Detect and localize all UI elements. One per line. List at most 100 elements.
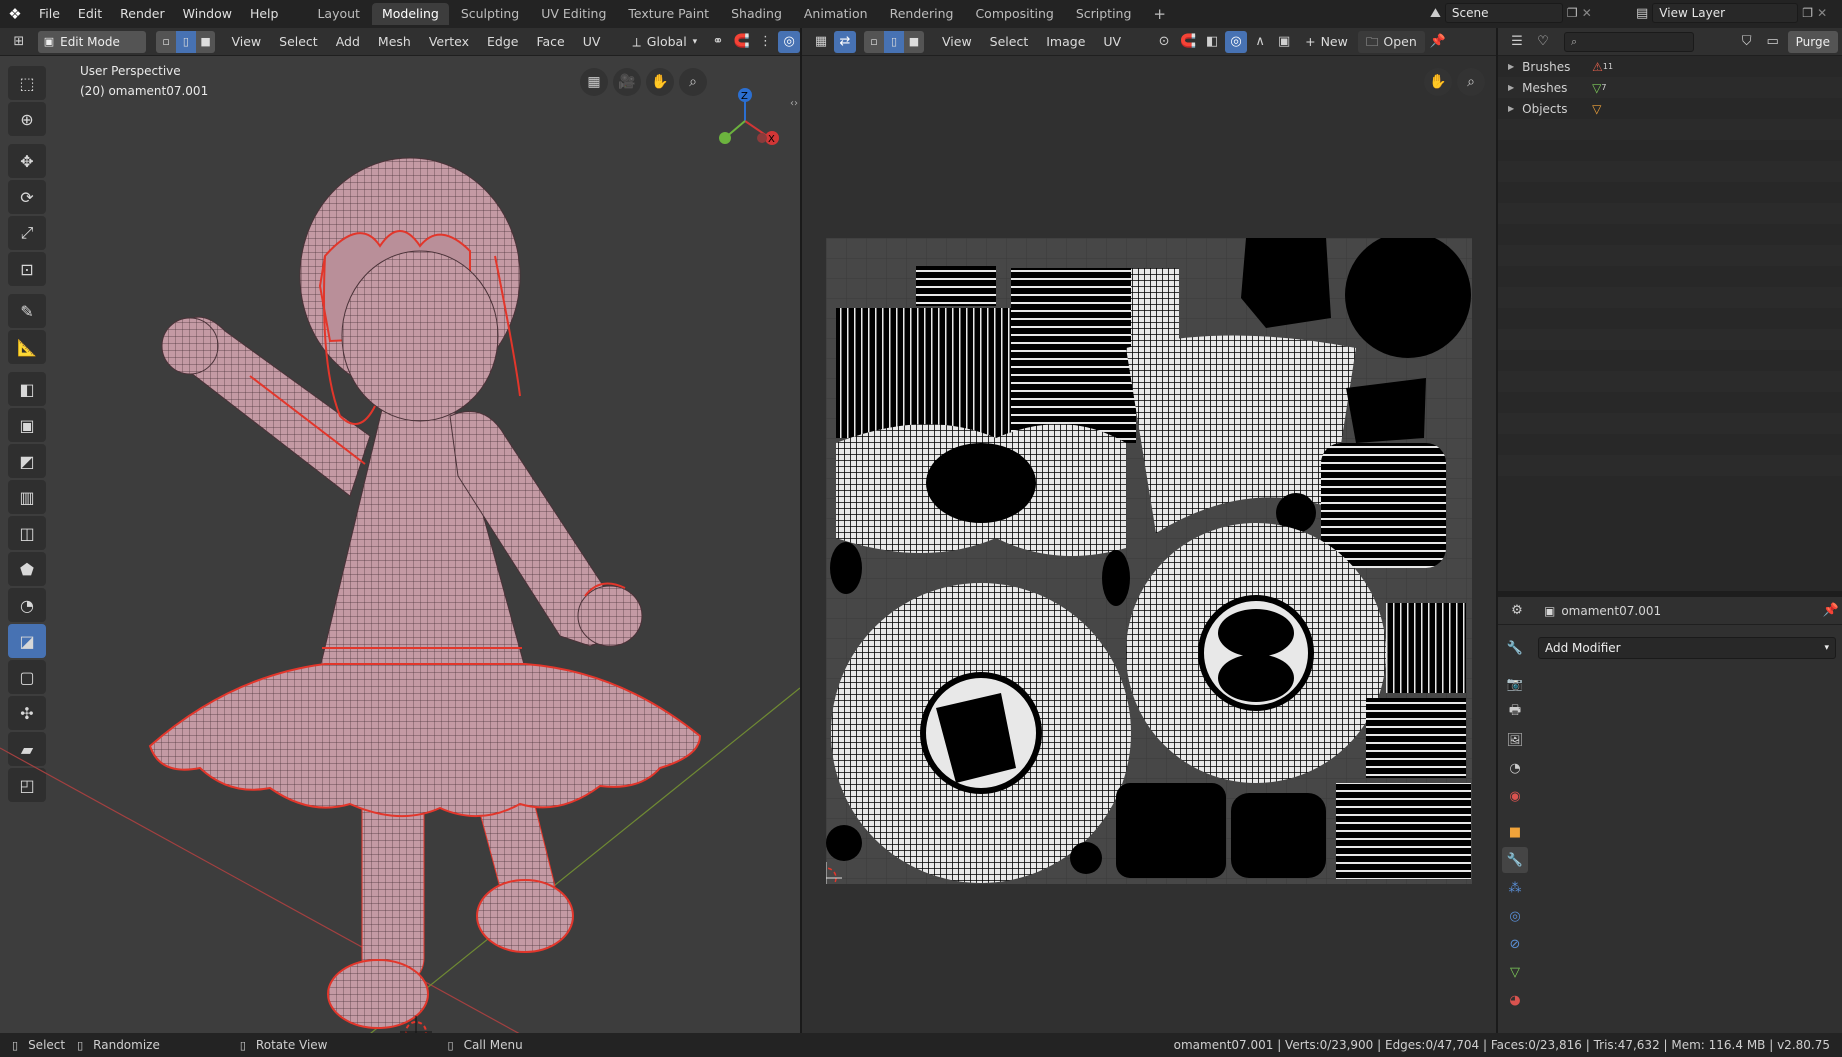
snap-target-icon[interactable]: ⋮ xyxy=(755,31,777,53)
physics-tab-icon[interactable]: ◎ xyxy=(1502,903,1528,929)
editor-type-icon[interactable]: ⊞ xyxy=(8,31,30,53)
new-image-button[interactable]: + New xyxy=(1297,31,1356,53)
properties-editor-type-icon[interactable]: ⚙ xyxy=(1506,600,1528,622)
edge-select-icon[interactable]: ▯ xyxy=(176,30,196,53)
transform-orientation[interactable]: ⟂ Global ▾ xyxy=(624,31,705,53)
uv-vertex-select-icon[interactable]: ▫ xyxy=(864,31,884,53)
view-layer-icon[interactable]: ▤ xyxy=(1636,6,1648,21)
display-mode-icon[interactable]: ♡ xyxy=(1532,31,1554,53)
new-view-layer-icon[interactable]: ❐ xyxy=(1802,6,1813,20)
uv-proportional-icon[interactable]: ◎ xyxy=(1225,30,1248,53)
menu-view[interactable]: View xyxy=(223,31,269,53)
expand-arrow-icon[interactable]: ▶ xyxy=(1508,83,1514,92)
view-layer-field[interactable]: View Layer xyxy=(1652,3,1799,23)
outliner-editor-type-icon[interactable]: ☰ xyxy=(1506,31,1528,53)
uv-display-icon[interactable]: ▣ xyxy=(1273,31,1295,53)
scene-icon[interactable]: ⛰ xyxy=(1430,6,1441,21)
outliner[interactable]: ☰ ♡ ⌕ ⛉ ▭ Purge ▶ Brushes ⚠ 11 ▶ Meshes … xyxy=(1498,28,1842,591)
tab-uv-editing[interactable]: UV Editing xyxy=(531,3,616,25)
menu-select[interactable]: Select xyxy=(271,31,326,53)
properties-editor[interactable]: ⚙ ▣ omament07.001 📌 🔧 📷 🖶 🖼 ◔ ◉ ■ 🔧 ⁂ ◎ … xyxy=(1498,597,1842,1033)
pivot-point-icon[interactable]: ⚭ xyxy=(707,31,729,53)
expand-arrow-icon[interactable]: ▶ xyxy=(1508,62,1514,71)
uv-snap-icon[interactable]: 🧲 xyxy=(1177,31,1199,53)
uv-menu-view[interactable]: View xyxy=(934,31,980,53)
uv-pan-icon[interactable]: ✋ xyxy=(1424,68,1452,96)
menu-window[interactable]: Window xyxy=(174,0,241,28)
tab-layout[interactable]: Layout xyxy=(307,3,370,25)
blender-logo-icon[interactable]: ❖ xyxy=(0,0,30,28)
outliner-row-brushes[interactable]: ▶ Brushes ⚠ 11 xyxy=(1498,56,1842,77)
uv-face-select-icon[interactable]: ■ xyxy=(904,31,924,53)
material-tab-icon[interactable]: ◕ xyxy=(1502,987,1528,1013)
particles-tab-icon[interactable]: ⁂ xyxy=(1502,875,1528,901)
expand-arrow-icon[interactable]: ▶ xyxy=(1508,104,1514,113)
properties-pin-icon[interactable]: 📌 xyxy=(1820,600,1842,622)
tab-shading[interactable]: Shading xyxy=(721,3,792,25)
uv-falloff-icon[interactable]: ∧ xyxy=(1249,31,1271,53)
new-collection-icon[interactable]: ▭ xyxy=(1762,31,1784,53)
menu-help[interactable]: Help xyxy=(241,0,288,28)
data-tab-icon[interactable]: ▽ xyxy=(1502,959,1528,985)
uv-menu-image[interactable]: Image xyxy=(1038,31,1093,53)
tab-compositing[interactable]: Compositing xyxy=(965,3,1063,25)
mode-selector[interactable]: ▣ Edit Mode xyxy=(37,30,147,53)
add-workspace-icon[interactable]: + xyxy=(1143,3,1176,25)
uv-zoom-icon[interactable]: ⌕ xyxy=(1457,68,1485,96)
outliner-search-input[interactable]: ⌕ xyxy=(1564,31,1694,52)
modifier-tab-icon[interactable]: 🔧 xyxy=(1502,847,1528,873)
render-tab-icon[interactable]: 📷 xyxy=(1502,671,1528,697)
menu-render[interactable]: Render xyxy=(111,0,174,28)
purge-button[interactable]: Purge xyxy=(1787,30,1838,53)
output-tab-icon[interactable]: 🖶 xyxy=(1502,699,1528,725)
uv-sync-icon[interactable]: ⇄ xyxy=(834,30,856,53)
add-modifier-dropdown[interactable]: Add Modifier ▾ xyxy=(1538,637,1836,659)
delete-view-layer-icon[interactable]: ✕ xyxy=(1817,6,1827,20)
pin-icon[interactable]: 📌 xyxy=(1427,31,1449,53)
menu-edge[interactable]: Edge xyxy=(479,31,526,53)
uv-sticky-icon[interactable]: ◧ xyxy=(1201,31,1223,53)
uv-editor[interactable]: ▦ ⇄ ▫ ▯ ■ View Select Image UV ⊙ 🧲 ◧ ◎ ∧… xyxy=(802,28,1496,1033)
tab-scripting[interactable]: Scripting xyxy=(1066,3,1142,25)
collapse-toolbar-icon[interactable]: ‹› xyxy=(790,98,798,109)
uv-menu-select[interactable]: Select xyxy=(982,31,1037,53)
tab-sculpting[interactable]: Sculpting xyxy=(451,3,529,25)
uv-edge-select-icon[interactable]: ▯ xyxy=(884,30,904,53)
tab-texture-paint[interactable]: Texture Paint xyxy=(618,3,719,25)
tab-animation[interactable]: Animation xyxy=(794,3,878,25)
snap-icon[interactable]: 🧲 xyxy=(731,31,753,53)
select-mode-group[interactable]: ▫ ▯ ■ xyxy=(156,30,216,53)
menu-mesh[interactable]: Mesh xyxy=(370,31,419,53)
open-image-button[interactable]: 🗀 Open xyxy=(1357,30,1425,53)
tab-rendering[interactable]: Rendering xyxy=(880,3,964,25)
3d-viewport[interactable]: ⊞ ▣ Edit Mode ▫ ▯ ■ View Select Add Mesh… xyxy=(0,28,800,1033)
uv-menu-uv[interactable]: UV xyxy=(1095,31,1129,53)
scene-tab-icon[interactable]: ◔ xyxy=(1502,755,1528,781)
outliner-row-meshes[interactable]: ▶ Meshes ▽ 7 xyxy=(1498,77,1842,98)
new-scene-icon[interactable]: ❐ xyxy=(1567,6,1578,20)
uv-editor-type-icon[interactable]: ▦ xyxy=(810,31,832,53)
uv-select-mode-group[interactable]: ▫ ▯ ■ xyxy=(864,30,924,53)
view-layer-tab-icon[interactable]: 🖼 xyxy=(1502,727,1528,753)
scene-field[interactable]: Scene xyxy=(1444,3,1563,23)
delete-scene-icon[interactable]: ✕ xyxy=(1582,6,1592,20)
tool-tab-icon[interactable]: 🔧 xyxy=(1502,635,1528,661)
constraints-tab-icon[interactable]: ⊘ xyxy=(1502,931,1528,957)
uv-layout[interactable] xyxy=(826,238,1472,884)
filter-icon[interactable]: ⛉ xyxy=(1736,31,1758,53)
menu-uv[interactable]: UV xyxy=(575,31,609,53)
vertex-select-icon[interactable]: ▫ xyxy=(156,31,176,53)
doll-mesh[interactable] xyxy=(0,56,800,1033)
outliner-row-objects[interactable]: ▶ Objects ▽ xyxy=(1498,98,1842,119)
menu-add[interactable]: Add xyxy=(328,31,368,53)
object-tab-icon[interactable]: ■ xyxy=(1502,819,1528,845)
menu-edit[interactable]: Edit xyxy=(69,0,111,28)
uv-pivot-icon[interactable]: ⊙ xyxy=(1153,31,1175,53)
menu-vertex[interactable]: Vertex xyxy=(421,31,477,53)
tab-modeling[interactable]: Modeling xyxy=(371,3,449,25)
world-tab-icon[interactable]: ◉ xyxy=(1502,783,1528,809)
menu-face[interactable]: Face xyxy=(528,31,572,53)
proportional-edit-icon[interactable]: ◎ xyxy=(778,30,800,53)
menu-file[interactable]: File xyxy=(30,0,69,28)
face-select-icon[interactable]: ■ xyxy=(196,31,216,53)
